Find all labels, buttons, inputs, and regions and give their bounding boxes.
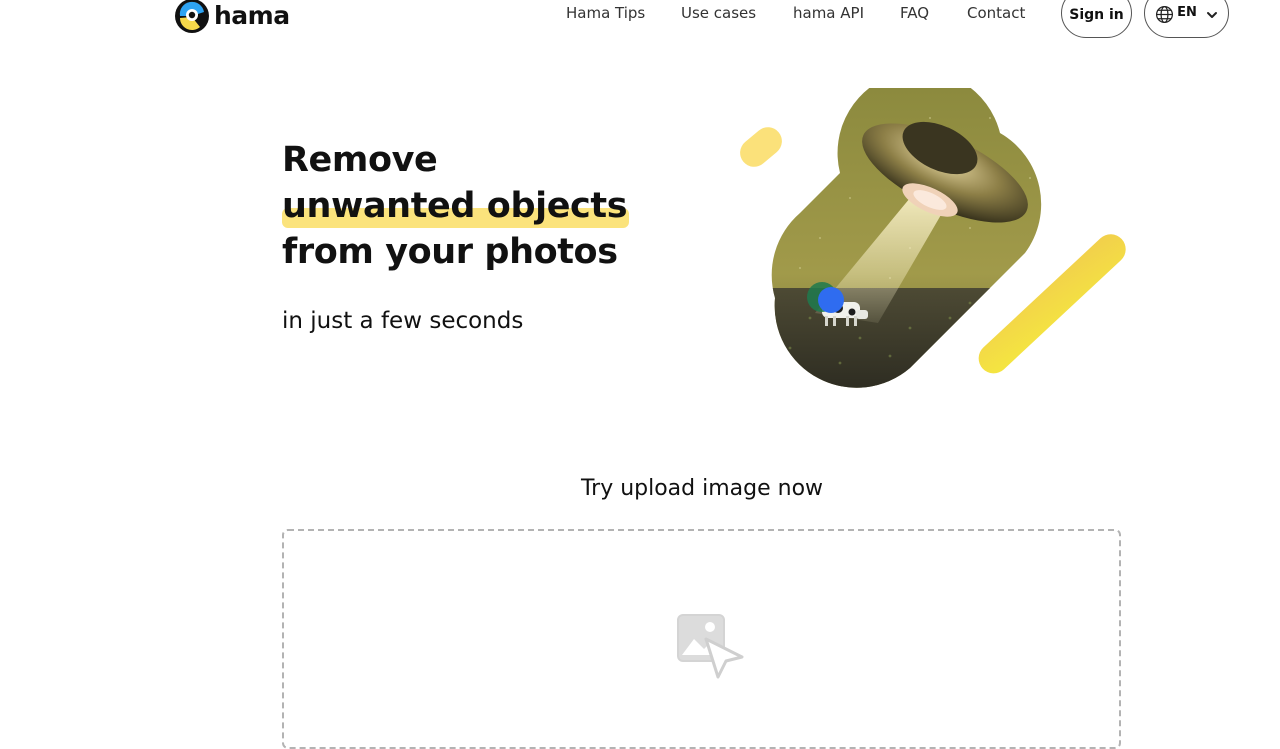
hama-logo[interactable]: hama xyxy=(174,0,290,35)
hero-title-highlight: unwanted objects xyxy=(282,183,630,229)
hero-title-line-1: Remove xyxy=(282,140,438,180)
site-header: hama Hama Tips Use cases hama API FAQ Co… xyxy=(0,0,1280,40)
hero-title: Remove unwanted objects from your photos xyxy=(282,137,630,275)
upload-heading: Try upload image now xyxy=(580,476,824,501)
language-selector[interactable]: EN xyxy=(1144,0,1229,38)
hero-ufo-illustration xyxy=(740,88,1126,388)
nav-link-contact[interactable]: Contact xyxy=(967,4,1025,22)
hero-subtitle: in just a few seconds xyxy=(282,308,524,334)
upload-dropzone[interactable] xyxy=(282,529,1121,749)
nav-link-hama-tips[interactable]: Hama Tips xyxy=(566,4,645,22)
chevron-down-icon xyxy=(1206,12,1217,18)
logo-wordmark: hama xyxy=(214,0,290,30)
hama-logo-icon xyxy=(175,0,209,33)
upload-heading-row: Try upload image now xyxy=(0,476,1280,501)
globe-icon xyxy=(1156,5,1174,24)
nav-link-faq[interactable]: FAQ xyxy=(900,4,929,22)
language-code: EN xyxy=(1177,5,1197,20)
nav-link-use-cases[interactable]: Use cases xyxy=(681,4,756,22)
nav-link-hama-api[interactable]: hama API xyxy=(793,4,864,22)
hero-title-line-3: from your photos xyxy=(282,232,618,272)
image-upload-icon xyxy=(677,614,744,679)
sign-in-button[interactable]: Sign in xyxy=(1061,0,1132,38)
